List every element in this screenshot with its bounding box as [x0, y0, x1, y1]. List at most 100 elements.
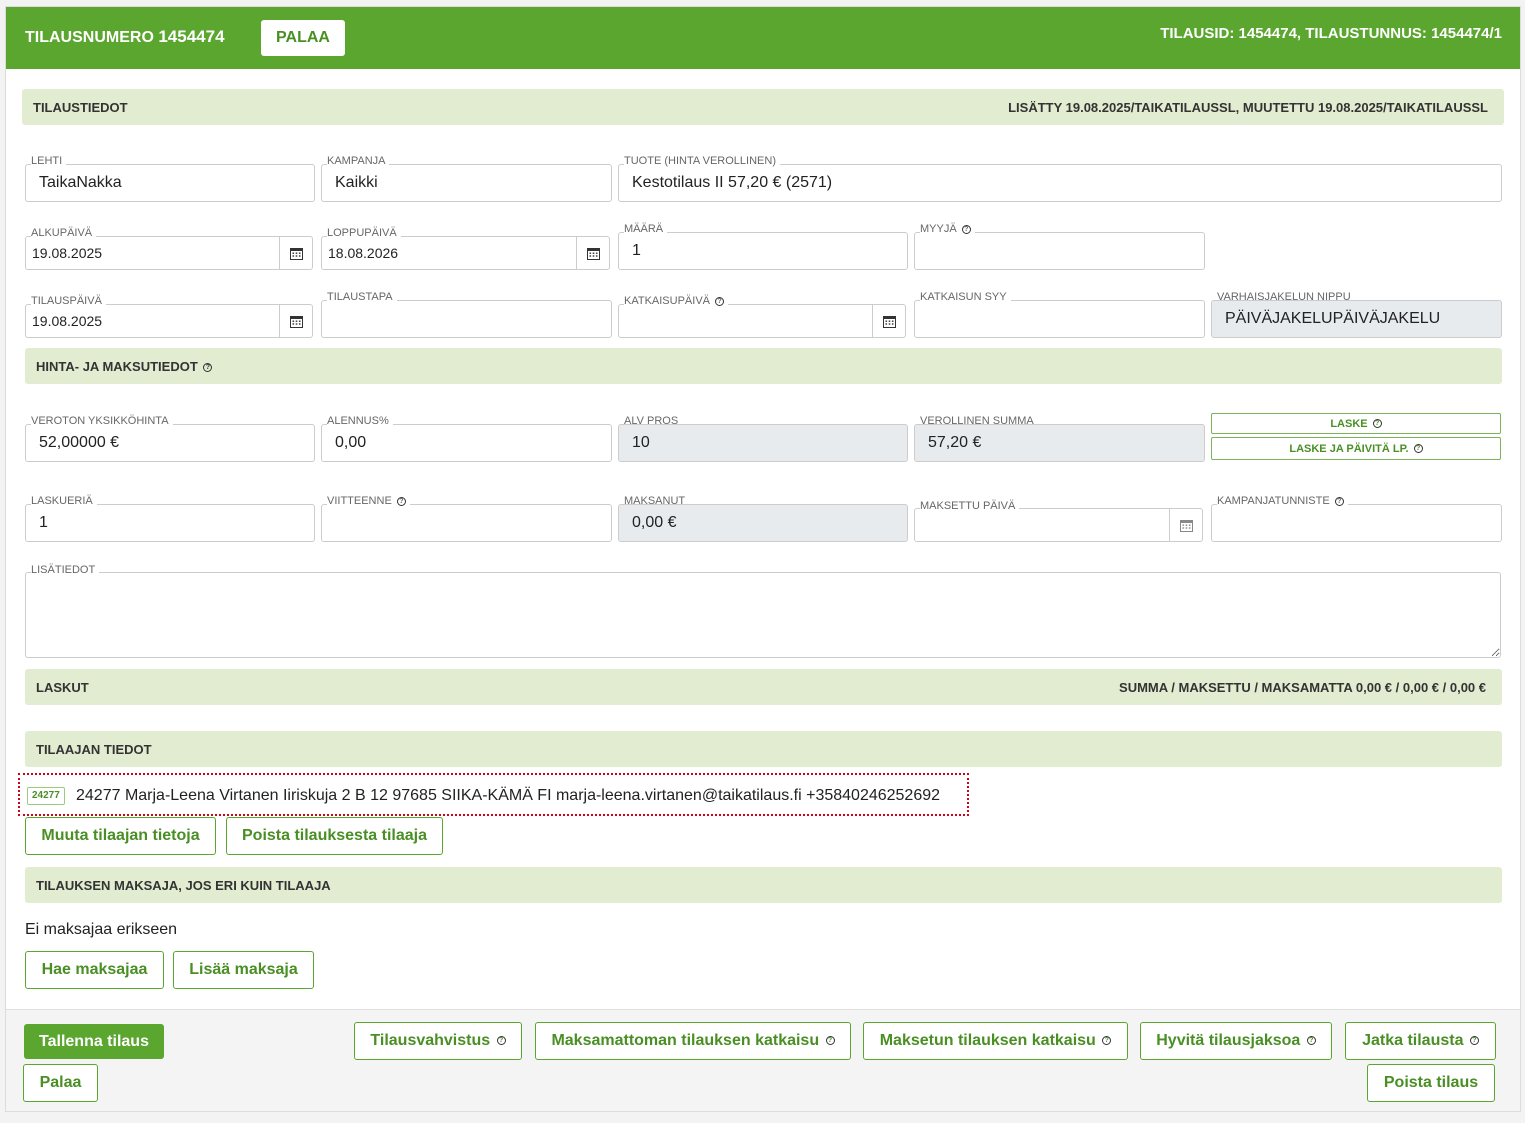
field-maksanut: 0,00 € MAKSANUT	[618, 495, 908, 542]
help-icon[interactable]: ?	[1334, 496, 1344, 506]
tuote-select[interactable]: Kestotilaus II 57,20 € (2571)	[618, 164, 1502, 202]
help-icon[interactable]: ?	[961, 224, 971, 234]
katkaisupaiva-input[interactable]	[618, 304, 906, 338]
section-laskut: LASKUT SUMMA / MAKSETTU / MAKSAMATTA 0,0…	[25, 669, 1502, 705]
continue-order-button[interactable]: Jatka tilausta ?	[1345, 1022, 1496, 1060]
section-laskut-title: LASKUT	[36, 680, 89, 695]
field-alv: 10 ALV PROS	[618, 415, 908, 462]
laskueria-input[interactable]: 1	[25, 504, 315, 542]
help-icon: ?	[825, 1036, 835, 1046]
laskut-summary: SUMMA / MAKSETTU / MAKSAMATTA 0,00 € / 0…	[1119, 680, 1486, 695]
section-tilaustiedot: TILAUSTIEDOT LISÄTTY 19.08.2025/TAIKATIL…	[22, 89, 1504, 125]
alkupaiva-input[interactable]: 19.08.2025	[25, 236, 313, 270]
laske-button[interactable]: LASKE ?	[1211, 413, 1501, 434]
help-icon[interactable]: ?	[715, 296, 725, 306]
maksanut-input: 0,00 €	[618, 504, 908, 542]
credit-period-label: Hyvitä tilausjaksoa	[1156, 1032, 1301, 1049]
save-order-button[interactable]: Tallenna tilaus	[24, 1024, 164, 1059]
help-icon[interactable]: ?	[203, 363, 213, 373]
alkupaiva-label: ALKUPÄIVÄ	[31, 227, 97, 239]
verollinen-input: 57,20 €	[914, 424, 1205, 462]
alv-label: ALV PROS	[624, 415, 679, 427]
section-maksaja-title: TILAUKSEN MAKSAJA, JOS ERI KUIN TILAAJA	[36, 878, 331, 893]
field-veroton: 52,00000 € VEROTON YKSIKKÖHINTA	[25, 415, 315, 462]
alkupaiva-value: 19.08.2025	[32, 245, 103, 261]
loppupaiva-value: 18.08.2026	[328, 245, 399, 261]
alennus-label: ALENNUS%	[327, 415, 393, 427]
field-viitteenne: VIITTEENNE ?	[321, 495, 612, 542]
alennus-input[interactable]: 0,00	[321, 424, 612, 462]
maksettu-paiva-input[interactable]	[914, 508, 1203, 542]
section-tilaaja: TILAAJAN TIEDOT	[25, 731, 1502, 767]
myyja-select[interactable]	[914, 232, 1205, 270]
verollinen-label: VEROLLINEN SUMMA	[920, 415, 1034, 427]
footer-actions: Tallenna tilaus Tilausvahvistus ? Maksam…	[6, 1009, 1520, 1111]
order-title: TILAUSNUMERO 1454474	[25, 27, 225, 47]
order-confirmation-button[interactable]: Tilausvahvistus ?	[354, 1022, 522, 1060]
laske-paivita-button[interactable]: LASKE JA PÄIVITÄ LP. ?	[1211, 437, 1501, 460]
section-hinta-title: HINTA- JA MAKSUTIEDOT ?	[36, 359, 213, 374]
calendar-icon[interactable]	[1169, 509, 1202, 541]
customer-id-badge[interactable]: 24277	[27, 787, 65, 805]
delete-order-button[interactable]: Poista tilaus	[1367, 1064, 1495, 1102]
calendar-icon[interactable]	[279, 237, 312, 269]
continue-order-label: Jatka tilausta	[1362, 1032, 1464, 1049]
tilaustapa-label: TILAUSTAPA	[327, 291, 397, 303]
section-title: TILAUSTIEDOT	[33, 100, 128, 115]
maara-label: MÄÄRÄ	[624, 223, 668, 235]
kampanja-input[interactable]: Kaikki	[321, 164, 612, 202]
katkaisupaiva-label: KATKAISUPÄIVÄ ?	[624, 295, 729, 307]
kampanjatunniste-label-text: KAMPANJATUNNISTE	[1217, 495, 1330, 507]
unpaid-cut-button[interactable]: Maksamattoman tilauksen katkaisu ?	[535, 1022, 851, 1060]
remove-subscriber-button[interactable]: Poista tilauksesta tilaaja	[226, 817, 443, 855]
order-title-prefix: TILAUSNUMERO	[25, 29, 154, 46]
subscriber-info-line: 24277 24277 Marja-Leena Virtanen Iirisku…	[18, 773, 969, 816]
help-icon: ?	[1469, 1036, 1479, 1046]
add-payer-button[interactable]: Lisää maksaja	[173, 951, 314, 989]
help-icon: ?	[1372, 419, 1382, 429]
help-icon: ?	[1413, 444, 1423, 454]
back-button-bottom[interactable]: Palaa	[23, 1064, 98, 1102]
calendar-icon[interactable]	[576, 237, 609, 269]
varhaisjakelun-nippu-value: PÄIVÄJAKELUPÄIVÄJAKELU	[1225, 310, 1441, 327]
tuote-label: TUOTE (HINTA VEROLLINEN)	[624, 155, 780, 167]
field-loppupaiva: 18.08.2026 LOPPUPÄIVÄ	[321, 227, 610, 270]
maara-input[interactable]: 1	[618, 232, 908, 270]
calendar-icon[interactable]	[872, 305, 905, 337]
header-bar: TILAUSNUMERO 1454474 PALAA TILAUSID: 145…	[6, 7, 1520, 69]
tilauspaiva-value: 19.08.2025	[32, 313, 103, 329]
veroton-input[interactable]: 52,00000 €	[25, 424, 315, 462]
field-katkaisun-syy: KATKAISUN SYY	[914, 291, 1205, 338]
katkaisun-syy-select[interactable]	[914, 300, 1205, 338]
alennus-value: 0,00	[335, 434, 367, 451]
fetch-payer-button[interactable]: Hae maksajaa	[25, 951, 164, 989]
tilauspaiva-input[interactable]: 19.08.2025	[25, 304, 313, 338]
varhaisjakelun-nippu-input: PÄIVÄJAKELUPÄIVÄJAKELU	[1211, 300, 1502, 338]
maksanut-value: 0,00 €	[632, 514, 677, 531]
help-icon: ?	[496, 1036, 506, 1046]
maara-value: 1	[632, 242, 641, 259]
kampanjatunniste-label: KAMPANJATUNNISTE ?	[1217, 495, 1348, 507]
paid-cut-button[interactable]: Maksetun tilauksen katkaisu ?	[863, 1022, 1128, 1060]
edit-subscriber-button[interactable]: Muuta tilaajan tietoja	[25, 817, 216, 855]
back-button-top[interactable]: PALAA	[261, 20, 345, 56]
verollinen-value: 57,20 €	[928, 434, 982, 451]
maksettu-paiva-label: MAKSETTU PÄIVÄ	[920, 500, 1020, 512]
viitteenne-label: VIITTEENNE ?	[327, 495, 410, 507]
calendar-icon[interactable]	[279, 305, 312, 337]
unpaid-cut-label: Maksamattoman tilauksen katkaisu	[551, 1032, 820, 1049]
laske-label: LASKE	[1330, 417, 1368, 430]
no-payer-text: Ei maksajaa erikseen	[25, 921, 178, 938]
credit-period-button[interactable]: Hyvitä tilausjaksoa ?	[1140, 1022, 1332, 1060]
lehti-input[interactable]: TaikaNakka	[25, 164, 315, 202]
help-icon[interactable]: ?	[396, 496, 406, 506]
order-number: 1454474	[158, 27, 225, 46]
order-ids: TILAUSID: 1454474, TILAUSTUNNUS: 1454474…	[1160, 25, 1502, 42]
tilaustapa-select[interactable]	[321, 300, 612, 338]
field-varhaisjakelun-nippu: PÄIVÄJAKELUPÄIVÄJAKELU VARHAISJAKELUN NI…	[1211, 291, 1502, 338]
lisatiedot-textarea[interactable]	[25, 572, 1501, 658]
loppupaiva-input[interactable]: 18.08.2026	[321, 236, 610, 270]
loppupaiva-label: LOPPUPÄIVÄ	[327, 227, 401, 239]
kampanjatunniste-input[interactable]	[1211, 504, 1502, 542]
viitteenne-input[interactable]	[321, 504, 612, 542]
